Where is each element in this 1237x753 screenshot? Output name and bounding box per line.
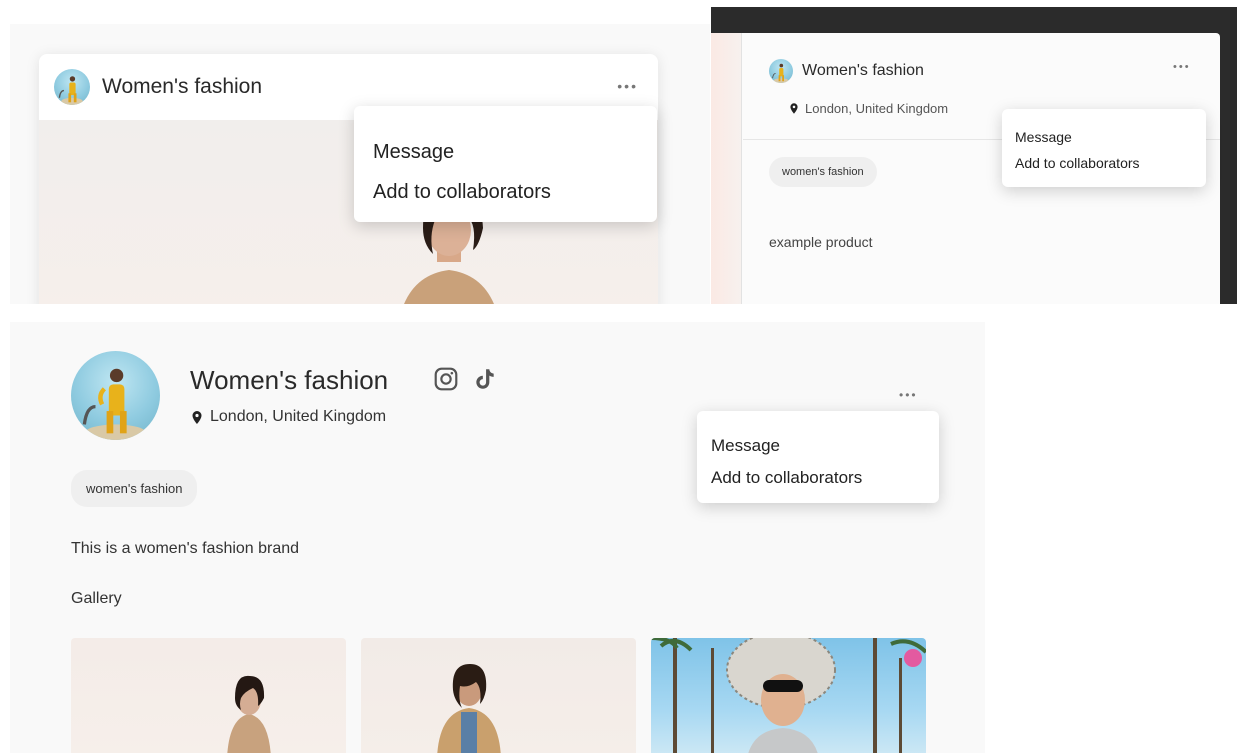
brand-name: Women's fashion [802, 62, 924, 79]
location-text: London, United Kingdom [805, 101, 949, 116]
menu-item-message[interactable]: Message [373, 132, 657, 172]
panel-card-view: Women's fashion ••• Message Add to colla… [10, 24, 710, 304]
more-options-button[interactable]: ••• [617, 78, 638, 94]
instagram-icon[interactable] [433, 366, 459, 392]
location-pin-icon [790, 103, 798, 114]
brand-name: Women's fashion [190, 365, 389, 395]
options-menu: Message Add to collaborators [354, 106, 657, 222]
location-pin-icon [192, 410, 202, 424]
panel-profile-view: Women's fashion London, United Kingdom •… [10, 322, 985, 753]
brand-avatar[interactable] [71, 351, 160, 440]
location-text: London, United Kingdom [210, 408, 387, 425]
more-options-button[interactable]: ••• [1173, 61, 1191, 73]
menu-item-add-collaborators[interactable]: Add to collaborators [373, 172, 657, 212]
options-menu: Message Add to collaborators [1002, 109, 1206, 187]
brand-description: This is a women's fashion brand [71, 540, 300, 557]
detail-header: Women's fashion [769, 59, 924, 83]
brand-avatar[interactable] [769, 59, 793, 83]
options-menu: Message Add to collaborators [697, 411, 939, 503]
menu-item-message[interactable]: Message [711, 430, 939, 462]
category-tag[interactable]: women's fashion [71, 470, 198, 507]
gallery-heading: Gallery [71, 590, 122, 607]
menu-item-message[interactable]: Message [1015, 124, 1206, 150]
tiktok-icon[interactable] [472, 366, 498, 392]
background-photo-edge [711, 33, 742, 304]
detail-page: Women's fashion London, United Kingdom •… [711, 33, 1220, 304]
menu-item-add-collaborators[interactable]: Add to collaborators [711, 462, 939, 494]
brand-location: London, United Kingdom [192, 408, 386, 426]
brand-name: Women's fashion [102, 75, 263, 98]
product-description: example product [769, 234, 873, 250]
panel-detail-view: Women's fashion London, United Kingdom •… [711, 7, 1237, 304]
gallery-photo-puffer-jacket[interactable] [361, 638, 636, 753]
brand-location: London, United Kingdom [790, 101, 948, 116]
gallery-photo-sun-hat[interactable] [651, 638, 926, 753]
gallery [71, 638, 926, 753]
category-tag[interactable]: women's fashion [769, 157, 877, 187]
more-options-button[interactable]: ••• [899, 388, 918, 402]
gallery-photo-beige-sweater[interactable] [71, 638, 346, 753]
brand-avatar[interactable] [54, 69, 90, 105]
menu-item-add-collaborators[interactable]: Add to collaborators [1015, 150, 1206, 176]
